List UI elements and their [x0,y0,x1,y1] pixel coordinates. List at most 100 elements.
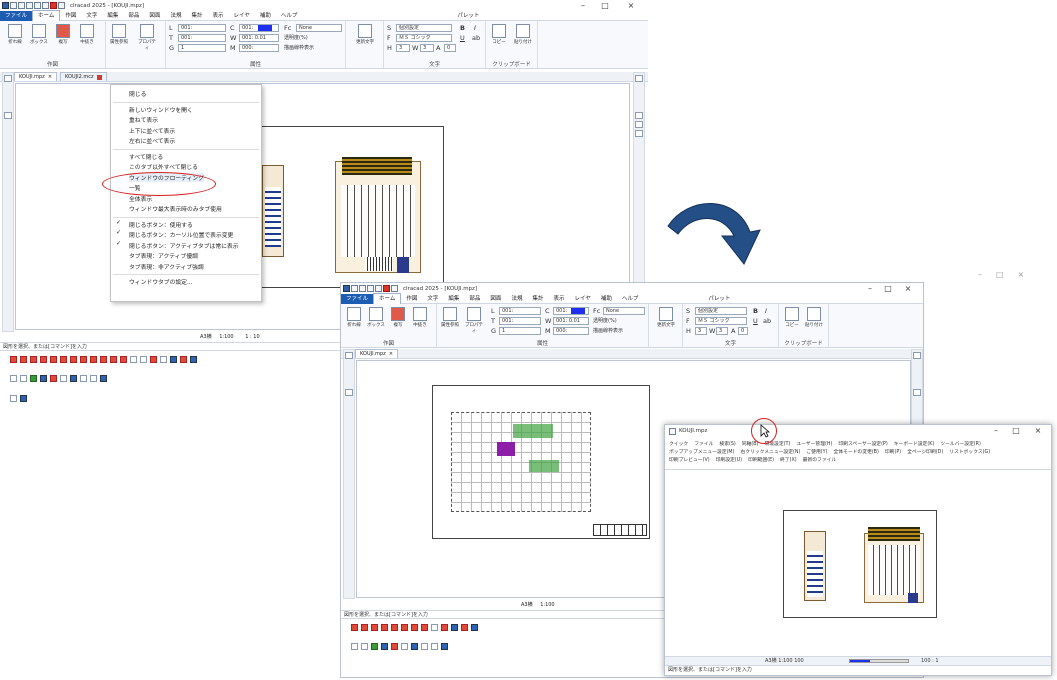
tool-icon[interactable] [10,375,17,382]
menu-text[interactable]: 文字 [81,11,102,21]
attr-ref-button[interactable]: 属性参照 [439,307,461,328]
close-tab-icon[interactable]: × [48,74,52,80]
tool-icon[interactable] [80,375,87,382]
menu-parts[interactable]: 部品 [123,11,144,21]
context-menu-item[interactable]: ウィンドウタブの設定... [129,277,193,286]
context-menu-item[interactable]: タブ表現：アクティブ優調 [129,251,198,260]
help-icon[interactable] [58,2,65,9]
new-icon[interactable] [351,285,358,292]
tool-icon[interactable] [411,624,418,631]
tool-icon[interactable] [371,643,378,650]
tool-icon[interactable] [635,130,643,137]
menu-parts[interactable]: 部品 [464,294,485,304]
menu-law[interactable]: 法規 [165,11,186,21]
property-button[interactable]: プロパティ [463,307,485,334]
H-field[interactable]: 3 [396,44,410,52]
G-field[interactable]: 1 [499,327,541,335]
M-field[interactable]: 000: [553,327,589,335]
menu-aux[interactable]: 補助 [596,294,617,304]
tool-icon[interactable] [150,356,157,363]
open-icon[interactable] [359,285,366,292]
tool-icon[interactable] [10,395,17,402]
menu-file[interactable]: ファイル [341,293,374,304]
minimize-button[interactable]: – [861,283,879,294]
A-field[interactable]: 0 [444,44,456,52]
underline-button[interactable]: U [753,317,758,325]
context-menu-item[interactable]: ウィンドウ最大表示時のみタブ使用 [129,204,222,213]
close-tab-icon[interactable]: × [389,351,393,357]
menu-aux[interactable]: 補助 [255,11,276,21]
save-icon[interactable] [26,2,33,9]
menu-view[interactable]: 表示 [548,294,569,304]
paste-button[interactable]: 貼り付け [803,307,825,328]
floating-menu-item[interactable]: リストボックス(G) [949,450,990,455]
W-field[interactable]: 001: 0.01 [553,317,589,325]
attr-ref-button[interactable]: 属性参照 [108,24,130,45]
tool-icon[interactable] [351,643,358,650]
doc-tab-kouji2[interactable]: KOUJI2.mcz [60,72,107,81]
floating-menu-item[interactable]: 最新のファイル [803,458,837,463]
F-field[interactable]: ＭＳ ゴシック [396,34,452,42]
G-field[interactable]: 1 [178,44,226,52]
minimize-button[interactable]: – [574,0,592,11]
redo-icon[interactable] [42,2,49,9]
T-field[interactable]: 001: [178,34,226,42]
tool-icon[interactable] [60,375,67,382]
tool-icon[interactable] [421,643,428,650]
maximize-button[interactable]: □ [879,283,897,294]
context-menu-item[interactable]: すべて閉じる [129,152,163,161]
polyline-button[interactable]: 折れ線 [343,307,365,328]
tool-icon[interactable] [90,356,97,363]
floating-menu-item[interactable]: 印刷スペーサー設定(P) [838,442,887,447]
floating-menu-item[interactable]: 全体モードの変更(B) [833,450,878,455]
box-button[interactable]: ボックス [365,307,387,328]
menu-home[interactable]: ホーム [32,10,61,21]
tool-icon[interactable] [441,624,448,631]
menu-drawing[interactable]: 図面 [144,11,165,21]
menu-edit[interactable]: 編集 [102,11,123,21]
tool-icon[interactable] [170,356,177,363]
tool-icon[interactable] [635,121,643,128]
floating-menu-item[interactable]: 印刷範囲(E) [748,458,774,463]
save-icon[interactable] [367,285,374,292]
Fc-field[interactable]: None [296,24,342,32]
tool-icon[interactable] [30,356,37,363]
menu-draw[interactable]: 作図 [401,294,422,304]
menu-total[interactable]: 集計 [186,11,207,21]
S-field[interactable]: 個別設定 [695,307,747,315]
floating-menu-item[interactable]: キーボード設定(K) [894,442,934,447]
floating-menu-item[interactable]: 全ページ印刷(D) [907,450,943,455]
maximize-button[interactable]: □ [1007,425,1025,436]
undo-icon[interactable] [375,285,382,292]
W2-field[interactable]: 3 [420,44,434,52]
polyline-button[interactable]: 折れ線 [4,24,26,45]
doc-tab-kouji[interactable]: KOUJI.mpz × [14,72,58,81]
floating-menu-item[interactable]: 印刷設定(U) [716,458,742,463]
update-text-button[interactable]: 更新文字 [354,24,376,45]
tool-icon[interactable] [30,375,37,382]
palette-menu[interactable]: パレット [703,294,735,304]
tool-icon[interactable] [431,643,438,650]
F-field[interactable]: ＭＳ ゴシック [695,317,747,325]
italic-button[interactable]: I [474,24,476,32]
context-menu-item[interactable]: 閉じるボタン：アクティブタブは常に表示 [129,241,239,250]
tool-icon[interactable] [451,624,458,631]
A-field[interactable]: 0 [738,327,748,335]
tool-icon[interactable] [70,356,77,363]
tool-icon[interactable] [381,643,388,650]
bold-button[interactable]: B [460,24,465,32]
star-icon[interactable] [180,356,187,363]
menu-home[interactable]: ホーム [373,293,402,304]
tool-icon[interactable] [70,375,77,382]
menu-file[interactable]: ファイル [0,10,33,21]
zoom-slider[interactable] [849,659,909,663]
copy-button[interactable]: コピー [488,24,510,45]
tool-icon[interactable] [190,356,197,363]
floating-menu-item[interactable]: 印刷プレビュー(V) [669,458,710,463]
W-field[interactable]: 001: 0.01 [239,34,279,42]
update-text-button[interactable]: 更新文字 [655,307,677,328]
H-field[interactable]: 3 [695,327,707,335]
menu-edit[interactable]: 編集 [443,294,464,304]
tool-icon[interactable] [90,375,97,382]
tool-icon[interactable] [40,356,47,363]
